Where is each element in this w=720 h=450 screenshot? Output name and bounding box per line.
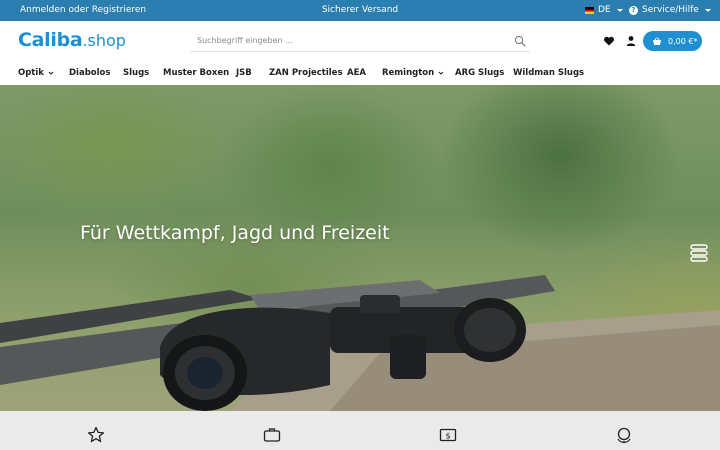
search-bar (190, 30, 530, 52)
rifle-scope-image (0, 275, 720, 411)
nav-item-label: Remington (382, 68, 435, 78)
hero-headline: Für Wettkampf, Jagd und Freizeit (80, 222, 390, 244)
nav-item-muster-boxen[interactable]: Muster Boxen (163, 68, 229, 78)
nav-item-label: AEA (347, 68, 366, 78)
login-register-link[interactable]: Anmelden oder Registrieren (20, 5, 146, 15)
logo-brand: Caliba (18, 29, 83, 51)
star-icon (87, 426, 105, 443)
cart-total: 0,00 €* (668, 36, 698, 46)
main-navigation: Optik Diabolos Slugs Muster Boxen JSB ZA… (0, 61, 720, 85)
service-help-label: Service/Hilfe (642, 5, 699, 15)
briefcase-icon (263, 428, 281, 442)
caret-down-icon (704, 8, 711, 12)
site-logo[interactable]: Caliba .shop (18, 29, 126, 51)
language-label: DE (598, 5, 611, 15)
nav-item-label: Muster Boxen (163, 68, 230, 78)
heart-icon[interactable] (603, 35, 615, 47)
nav-item-jsb[interactable]: JSB (236, 68, 252, 78)
chevron-down-icon (48, 71, 54, 75)
nav-item-wildman-slugs[interactable]: Wildman Slugs (513, 68, 584, 78)
caret-down-icon (616, 8, 623, 12)
search-icon[interactable] (514, 35, 526, 47)
search-input[interactable] (190, 30, 500, 51)
question-icon: ? (629, 5, 638, 15)
nav-item-label: Wildman Slugs (513, 68, 585, 78)
nav-item-label: Slugs (123, 68, 150, 78)
dollar-bill-icon: $ (439, 428, 457, 442)
features-strip: $ (0, 411, 720, 450)
nav-item-label: Diabolos (69, 68, 111, 78)
nav-item-label: ZAN Projectiles (269, 68, 343, 78)
service-help-menu[interactable]: ? Service/Hilfe (629, 5, 711, 15)
user-icon[interactable] (625, 35, 637, 47)
nav-item-arg-slugs[interactable]: ARG Slugs (455, 68, 504, 78)
site-header: Caliba .shop 0,00 €* (0, 21, 720, 61)
hero-banner: Für Wettkampf, Jagd und Freizeit (0, 85, 720, 411)
globe-icon (617, 427, 631, 443)
nav-item-remington[interactable]: Remington (382, 68, 444, 78)
nav-item-aea[interactable]: AEA (347, 68, 366, 78)
nav-item-diabolos[interactable]: Diabolos (69, 68, 110, 78)
top-bar: Anmelden oder Registrieren Sicherer Vers… (0, 0, 720, 21)
nav-item-optik[interactable]: Optik (18, 68, 54, 78)
slider-menu-icon[interactable] (690, 243, 708, 263)
german-flag-icon (585, 6, 594, 14)
nav-item-label: Optik (18, 68, 44, 78)
logo-tld: .shop (82, 31, 126, 50)
svg-text:$: $ (445, 432, 450, 441)
nav-item-slugs[interactable]: Slugs (123, 68, 149, 78)
nav-item-label: JSB (236, 68, 252, 78)
nav-item-label: ARG Slugs (455, 68, 505, 78)
cart-button[interactable]: 0,00 €* (643, 31, 702, 51)
chevron-down-icon (438, 71, 444, 75)
nav-item-zan-projectiles[interactable]: ZAN Projectiles (269, 68, 343, 78)
language-selector[interactable]: DE (585, 5, 623, 15)
shopping-basket-icon (653, 37, 661, 45)
